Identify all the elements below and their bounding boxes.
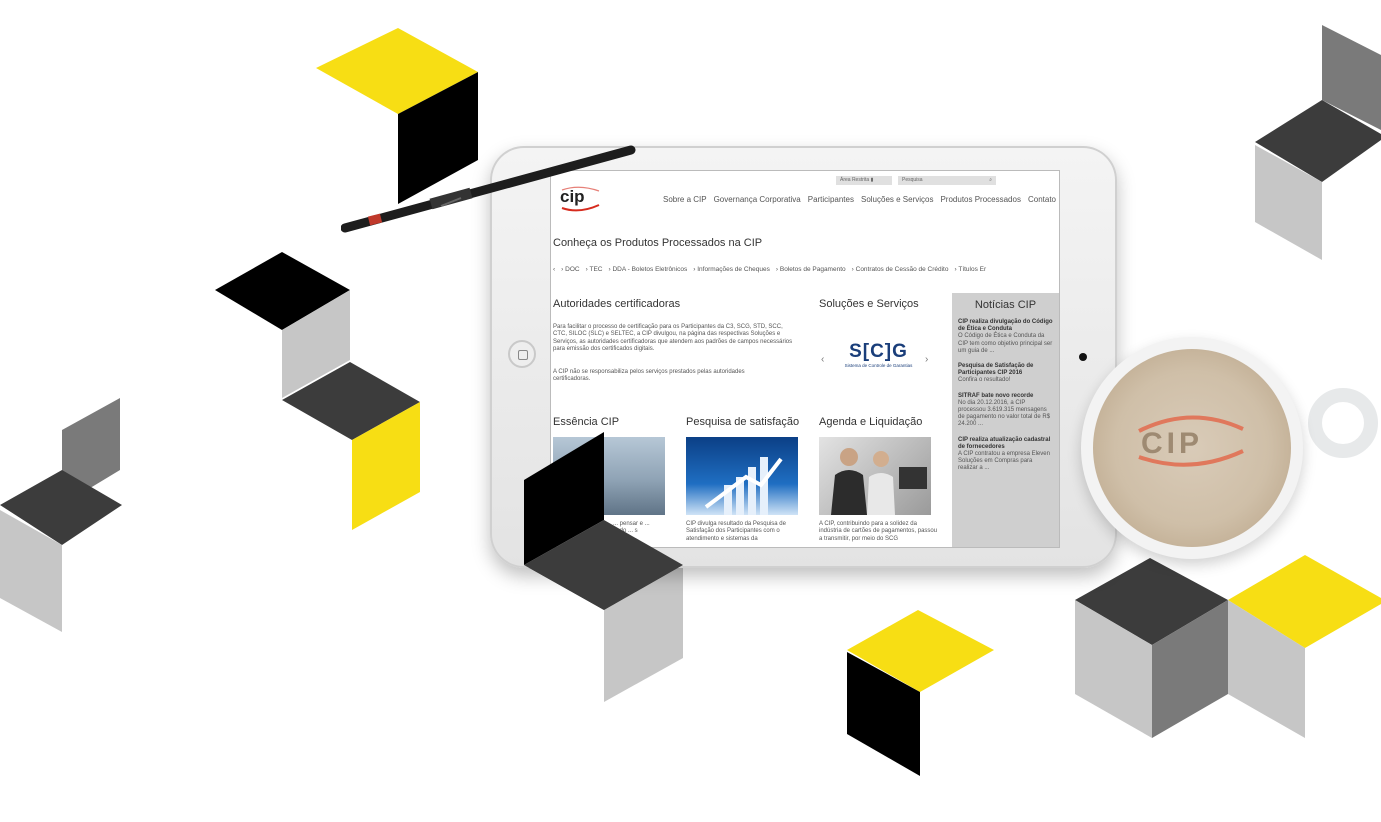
area-restrita-link[interactable]: Área Restrita ▮ bbox=[836, 176, 892, 185]
carousel-next-icon[interactable]: › bbox=[925, 354, 928, 365]
main-nav: Sobre a CIP Governança Corporativa Parti… bbox=[663, 195, 1056, 204]
pen bbox=[341, 145, 636, 233]
tab-dda[interactable]: › DDA - Boletos Eletrônicos bbox=[608, 266, 687, 273]
tab-doc[interactable]: › DOC bbox=[561, 266, 579, 273]
tab-cheques[interactable]: › Informações de Cheques bbox=[693, 266, 770, 273]
essencia-heading: Essência CIP bbox=[553, 416, 620, 428]
tablet-camera bbox=[1079, 353, 1087, 361]
news-item[interactable]: CIP realiza atualização cadastral de for… bbox=[958, 437, 1053, 473]
nav-item-produtos[interactable]: Produtos Processados bbox=[940, 195, 1021, 204]
noticias-heading: Notícias CIP bbox=[974, 299, 1037, 311]
scg-logo[interactable]: S[C]G Sistema de Controle de Garantias bbox=[841, 341, 916, 381]
nav-item-solucoes[interactable]: Soluções e Serviços bbox=[861, 195, 933, 204]
tab-tec[interactable]: › TEC bbox=[586, 266, 603, 273]
pesquisa-heading: Pesquisa de satisfação bbox=[686, 416, 800, 428]
nav-item-contato[interactable]: Contato bbox=[1028, 195, 1056, 204]
tab-boletos[interactable]: › Boletos de Pagamento bbox=[776, 266, 846, 273]
nav-item-participantes[interactable]: Participantes bbox=[808, 195, 854, 204]
autoridades-heading: Autoridades certificadoras bbox=[553, 298, 681, 310]
nav-item-governanca[interactable]: Governança Corporativa bbox=[714, 195, 801, 204]
carousel-prev-icon[interactable]: ‹ bbox=[821, 354, 824, 365]
svg-text:CIP: CIP bbox=[1141, 427, 1203, 460]
tab-titulos[interactable]: › Títulos Er bbox=[954, 266, 986, 273]
solucoes-heading: Soluções e Serviços bbox=[819, 298, 919, 310]
mug-handle bbox=[1308, 388, 1378, 458]
tablet-home-button[interactable] bbox=[508, 340, 536, 368]
agenda-heading: Agenda e Liquidação bbox=[819, 416, 923, 428]
pesquisa-image[interactable] bbox=[686, 437, 798, 515]
produtos-tabs: ‹ › DOC › TEC › DDA - Boletos Eletrônico… bbox=[553, 266, 986, 273]
essencia-image[interactable] bbox=[553, 437, 665, 515]
search-input[interactable]: Pesquisa ⌕ bbox=[898, 176, 996, 185]
cip-foam-logo: CIP bbox=[1138, 415, 1244, 467]
essencia-text: ... pensar e ... ondo ... s bbox=[613, 521, 650, 535]
news-item[interactable]: SITRAF bate novo recorde No dia 20.12.201… bbox=[958, 393, 1053, 429]
news-item[interactable]: Pesquisa de Satisfação de Participantes … bbox=[958, 363, 1053, 385]
autoridades-text: Para facilitar o processo de certificaçã… bbox=[553, 324, 793, 352]
top-utility-bar: Área Restrita ▮ Pesquisa ⌕ bbox=[836, 176, 996, 185]
agenda-image[interactable] bbox=[819, 437, 931, 515]
chevron-left-icon[interactable]: ‹ bbox=[553, 266, 555, 273]
tab-contratos[interactable]: › Contratos de Cessão de Crédito bbox=[852, 266, 949, 273]
news-item[interactable]: CIP realiza divulgação do Código de Étic… bbox=[958, 319, 1053, 355]
agenda-text: A CIP, contribuindo para a solidez da in… bbox=[819, 521, 938, 542]
noticias-panel: Notícias CIP CIP realiza divulgação do C… bbox=[952, 293, 1059, 547]
autoridades-disclaimer: A CIP não se responsabiliza pelos serviç… bbox=[553, 369, 745, 383]
search-icon: ⌕ bbox=[989, 177, 992, 183]
pesquisa-text: CIP divulga resultado da Pesquisa de Sat… bbox=[686, 521, 786, 542]
nav-item-sobre[interactable]: Sobre a CIP bbox=[663, 195, 707, 204]
